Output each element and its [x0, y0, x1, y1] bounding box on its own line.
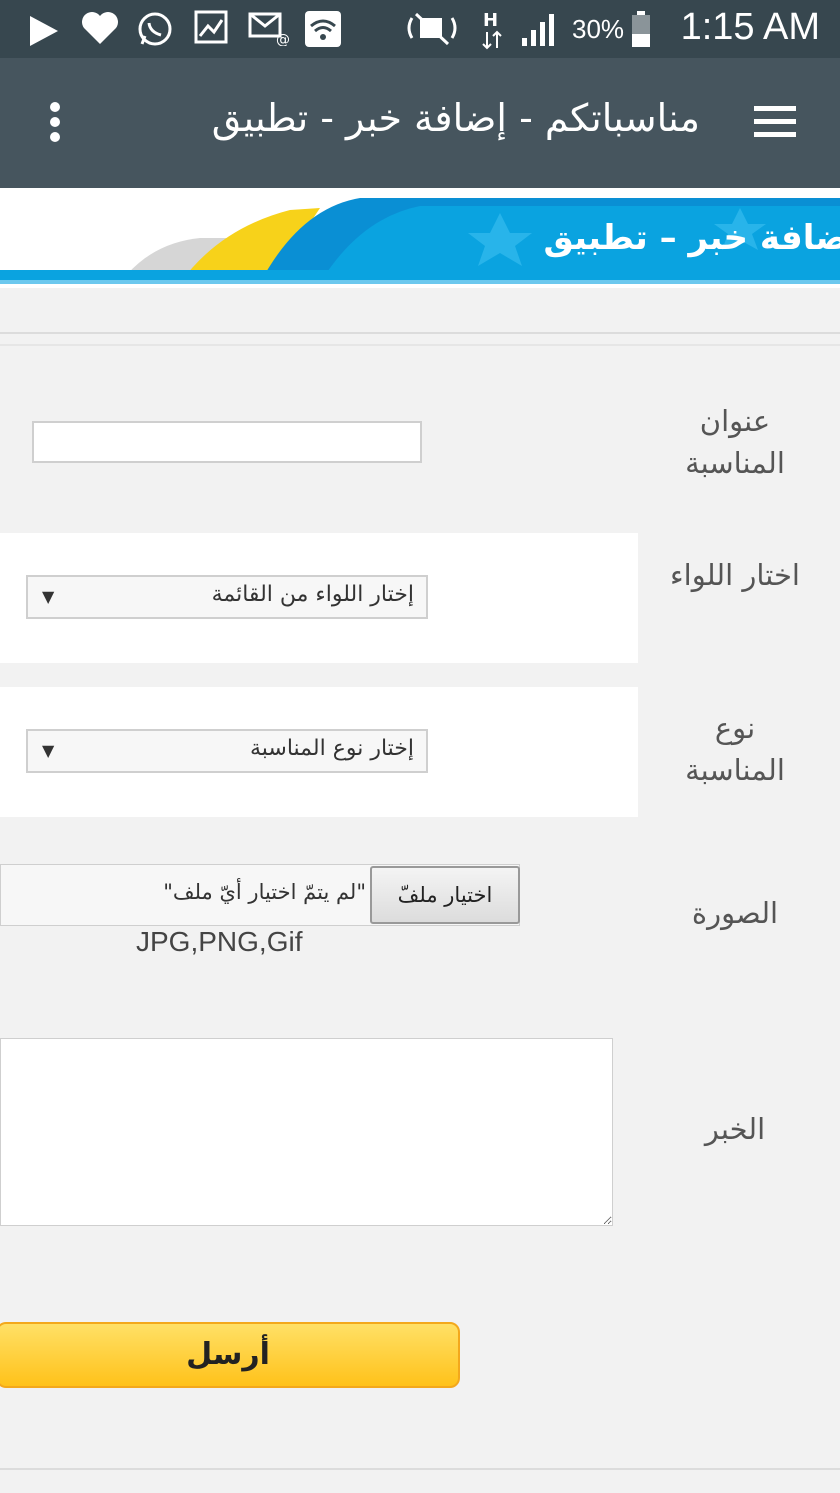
event-type-label: نوع المناسبة	[685, 711, 785, 787]
event-type-select-value: إختار نوع المناسبة	[249, 736, 414, 761]
news-label: الخبر	[704, 1112, 766, 1146]
wifi-icon	[305, 11, 341, 47]
email-icon: @	[248, 12, 290, 46]
clock: 1:15 AM	[680, 6, 820, 48]
signal-icon	[522, 14, 554, 46]
file-format-hint: JPG,PNG,Gif	[136, 926, 303, 957]
event-type-select[interactable]: ▼ إختار نوع المناسبة	[26, 729, 428, 773]
more-options-icon[interactable]	[44, 100, 66, 144]
event-title-label: عنوان المناسبة	[685, 404, 785, 480]
mute-icon	[407, 12, 457, 46]
divider	[0, 332, 840, 334]
submit-button[interactable]: أرسل	[0, 1322, 460, 1388]
dropdown-arrow-icon: ▼	[42, 741, 55, 760]
hspa-icon: H	[482, 10, 502, 50]
event-title-input[interactable]	[32, 421, 422, 463]
district-label: اختار اللواء	[670, 558, 800, 592]
battery-percent: 30%	[572, 14, 625, 44]
banner-title: إضافة خبر – تطبيق	[543, 218, 840, 258]
app-toolbar: مناسباتكم - إضافة خبر - تطبيق	[0, 58, 840, 188]
play-store-icon	[30, 16, 58, 46]
svg-text:@: @	[276, 32, 290, 46]
divider	[0, 1468, 840, 1470]
status-bar: @ H 30% 1:15 AM	[0, 0, 840, 58]
gallery-icon	[194, 10, 228, 44]
hamburger-menu-icon[interactable]	[752, 104, 798, 140]
file-status-text: "لم يتمّ اختيار أيّ ملف"	[163, 880, 366, 904]
whatsapp-icon	[138, 12, 172, 46]
image-label: الصورة	[691, 896, 779, 930]
district-select-value: إختار اللواء من القائمة	[211, 582, 414, 607]
news-textarea[interactable]	[0, 1038, 613, 1226]
page-title: مناسباتكم - إضافة خبر - تطبيق	[211, 96, 700, 140]
dropdown-arrow-icon: ▼	[42, 587, 55, 606]
svg-text:H: H	[483, 10, 498, 31]
battery-icon	[632, 11, 650, 47]
divider	[0, 344, 840, 346]
page-banner: إضافة خبر – تطبيق	[0, 188, 840, 288]
choose-file-button[interactable]: اختيار ملفّ	[370, 866, 520, 924]
heart-icon	[82, 12, 118, 44]
district-select[interactable]: ▼ إختار اللواء من القائمة	[26, 575, 428, 619]
